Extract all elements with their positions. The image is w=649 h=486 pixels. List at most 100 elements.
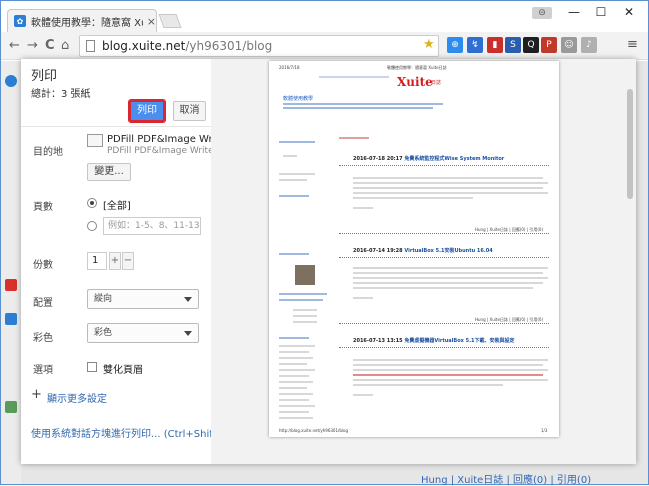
page-range-input[interactable]: 例如：1-5、8、11-13 xyxy=(103,217,201,235)
preview-sidebar-item xyxy=(283,155,297,157)
new-tab-button[interactable] xyxy=(158,14,182,28)
preview-post-2-text xyxy=(353,287,533,289)
extension-icon-6[interactable]: P xyxy=(541,37,557,53)
tab-close-icon[interactable]: × xyxy=(147,15,156,28)
reload-icon[interactable]: C xyxy=(45,38,55,53)
browser-toolbar: ← → C ⌂ blog.xuite.net/yh96301/blog ★ ⊕ … xyxy=(1,32,648,60)
preview-sidebar-item xyxy=(279,179,307,181)
change-destination-button[interactable]: 變更... xyxy=(87,163,131,181)
options-label: 選項 xyxy=(33,365,53,376)
color-label: 彩色 xyxy=(33,333,53,344)
more-settings-link[interactable]: 顯示更多設定 xyxy=(47,390,107,405)
options-checkbox-label: 雙化頁眉 xyxy=(103,365,143,376)
preview-sidebar-item xyxy=(279,363,307,365)
cancel-button[interactable]: 取消 xyxy=(173,101,206,121)
preview-sidebar-item xyxy=(293,315,317,317)
preview-sidebar-item xyxy=(279,393,313,395)
preview-sidebar-item xyxy=(293,321,317,323)
back-icon[interactable]: ← xyxy=(9,38,20,53)
preview-sidebar-item xyxy=(279,369,315,371)
site-favicon-icon: ✿ xyxy=(14,15,26,27)
preview-sidebar-item xyxy=(279,299,323,301)
extension-icon-2[interactable]: ↯ xyxy=(467,37,483,53)
preview-sidebar-item xyxy=(279,411,309,413)
bookmark-star-icon[interactable]: ★ xyxy=(423,37,435,52)
preview-post-2-title: 2016-07-14 19:28 VirtualBox 5.1安裝Ubuntu … xyxy=(353,248,493,254)
preview-scrollbar-thumb[interactable] xyxy=(627,89,633,199)
preview-sidebar-item xyxy=(279,375,309,377)
extension-icon-1[interactable]: ⊕ xyxy=(447,37,463,53)
preview-post-3-title: 2016-07-13 13:15 免費虛擬機器VirtualBox 5.1下載、… xyxy=(353,338,515,344)
browser-tab[interactable]: ✿ 軟體使用教學：隨意窩 Xu × xyxy=(7,9,157,32)
layout-select[interactable]: 縱向 xyxy=(87,289,199,309)
forward-icon[interactable]: → xyxy=(27,38,38,53)
minimize-button[interactable]: — xyxy=(564,5,584,19)
pages-custom-radio[interactable] xyxy=(87,221,97,231)
preview-nav-bar xyxy=(319,76,389,78)
extension-icon-5[interactable]: Q xyxy=(523,37,539,53)
url-path: /yh96301/blog xyxy=(185,39,273,53)
browser-window: ✿ 軟體使用教學：隨意窩 Xu × ⊝ — ☐ ✕ ← → C ⌂ blog.x… xyxy=(0,0,649,486)
preview-post-2-more xyxy=(353,297,373,299)
preview-separator xyxy=(339,257,549,258)
layout-value: 縱向 xyxy=(94,294,113,304)
extension-icon-3[interactable]: ▮ xyxy=(487,37,503,53)
preview-sidebar-item xyxy=(293,309,317,311)
close-window-button[interactable]: ✕ xyxy=(619,5,639,19)
expand-plus-icon[interactable]: + xyxy=(31,387,42,402)
printer-subtitle: PDFill PDF&Image Writer xyxy=(107,146,218,156)
page-info-icon[interactable] xyxy=(86,40,95,52)
preview-separator xyxy=(339,347,549,348)
system-dialog-link[interactable]: 使用系統對話方塊進行列印... (Ctrl+Shift+P) xyxy=(31,425,235,440)
menu-icon[interactable]: ≡ xyxy=(627,37,638,52)
preview-post-3-text xyxy=(353,384,503,386)
preview-sidebar-item xyxy=(279,357,313,359)
preview-post-1-more xyxy=(353,207,373,209)
extension-icon-8[interactable]: ♪ xyxy=(581,37,597,53)
preview-sidebar-item xyxy=(279,345,315,347)
extension-icon-4[interactable]: S xyxy=(505,37,521,53)
copies-label: 份數 xyxy=(33,260,53,271)
preview-sidebar-item xyxy=(279,399,309,401)
home-icon[interactable]: ⌂ xyxy=(61,38,69,53)
pages-label: 頁數 xyxy=(33,202,53,213)
print-dialog: 列印 總計：3 張紙 列印 取消 目的地 PDFill PDF&Image Wr… xyxy=(21,59,636,464)
print-preview: 2016/7/18 軟體使用教學：隨意窩 Xuite日誌 Xuite 日誌 軟體… xyxy=(211,59,636,464)
pages-all-label: [全部] xyxy=(103,201,131,212)
preview-sidebar-item xyxy=(279,293,327,295)
preview-header-date: 2016/7/18 xyxy=(279,65,300,70)
preview-sidebar-item xyxy=(279,141,315,143)
preview-post-1-text xyxy=(353,187,543,189)
options-checkbox[interactable] xyxy=(87,362,97,372)
preview-post-3-text xyxy=(353,359,548,361)
url-host: blog.xuite.net xyxy=(102,39,186,53)
preview-post-1-text xyxy=(353,197,473,199)
pages-all-radio[interactable] xyxy=(87,198,97,208)
maximize-button[interactable]: ☐ xyxy=(591,5,611,19)
layout-label: 配置 xyxy=(33,298,53,309)
sheet-total: 總計：3 張紙 xyxy=(31,89,91,100)
address-bar[interactable]: blog.xuite.net/yh96301/blog xyxy=(79,35,439,57)
preview-footer-url: http://blog.xuite.net/yh96301/blog xyxy=(279,428,348,433)
preview-sidebar-item xyxy=(279,337,309,339)
preview-post-meta xyxy=(339,137,369,139)
chevron-down-icon xyxy=(184,297,192,302)
preview-post-1-title: 2016-07-18 20:17 免費系統監控程式Wise System Mon… xyxy=(353,156,505,162)
preview-sidebar-item xyxy=(279,381,313,383)
preview-post-2-text xyxy=(353,277,548,279)
print-title: 列印 xyxy=(31,69,58,84)
preview-post-2-text xyxy=(353,267,548,269)
preview-author-photo xyxy=(295,265,315,285)
print-button[interactable]: 列印 xyxy=(128,99,166,123)
copies-input[interactable]: 1 xyxy=(87,252,107,270)
print-settings-panel: 列印 總計：3 張紙 列印 取消 目的地 PDFill PDF&Image Wr… xyxy=(21,59,235,464)
profile-button[interactable]: ⊝ xyxy=(532,7,552,19)
extension-icon-7[interactable]: ☺ xyxy=(561,37,577,53)
copies-increase-button[interactable]: + xyxy=(109,252,121,270)
copies-decrease-button[interactable]: − xyxy=(122,252,134,270)
color-select[interactable]: 彩色 xyxy=(87,323,199,343)
preview-sidebar-item xyxy=(279,405,315,407)
preview-separator xyxy=(339,323,549,324)
preview-sidebar-item xyxy=(279,173,315,175)
background-footer-links[interactable]: Hung | Xuite日誌 | 回應(0) | 引用(0) xyxy=(421,471,591,486)
